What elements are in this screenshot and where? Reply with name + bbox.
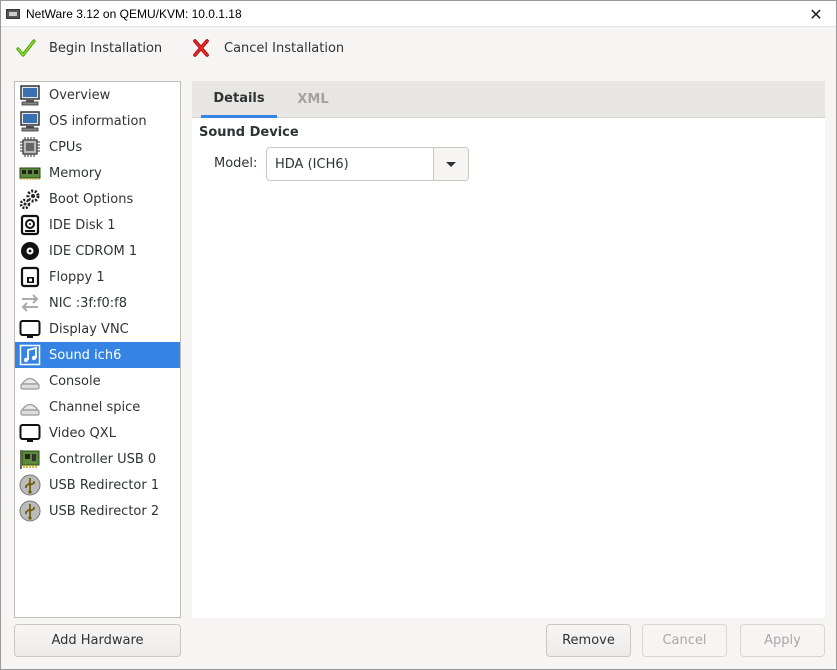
- monitor-icon: [18, 83, 42, 107]
- sidebar-item-nic[interactable]: NIC :3f:f0:f8: [15, 290, 180, 316]
- sidebar-item-label: USB Redirector 2: [49, 503, 160, 519]
- app-icon: [6, 8, 20, 19]
- sidebar-item-label: Overview: [49, 87, 111, 103]
- sidebar-item-label: Channel spice: [49, 399, 141, 415]
- sidebar-item-os-information[interactable]: OS information: [15, 108, 180, 134]
- usb-icon: [18, 473, 42, 497]
- sidebar-item-sound-ich6[interactable]: Sound ich6: [15, 342, 180, 368]
- sidebar-item-label: Memory: [49, 165, 102, 181]
- sidebar-item-label: IDE Disk 1: [49, 217, 116, 233]
- controller-card-icon: [18, 447, 42, 471]
- sidebar-item-cpus[interactable]: CPUs: [15, 134, 180, 160]
- sidebar-item-label: Controller USB 0: [49, 451, 157, 467]
- hardware-list: Overview OS information CPUs Memory Boot…: [14, 81, 181, 618]
- sidebar-item-label: Boot Options: [49, 191, 134, 207]
- network-arrows-icon: [18, 291, 42, 315]
- monitor-icon: [18, 109, 42, 133]
- memory-icon: [18, 161, 42, 185]
- section-title: Sound Device: [199, 125, 299, 140]
- sidebar-item-label: USB Redirector 1: [49, 477, 160, 493]
- begin-installation-label: Begin Installation: [49, 40, 163, 56]
- sidebar-item-channel-spice[interactable]: Channel spice: [15, 394, 180, 420]
- remove-button[interactable]: Remove: [546, 624, 631, 657]
- window-title: NetWare 3.12 on QEMU/KVM: 10.0.1.18: [26, 6, 242, 21]
- apply-button[interactable]: Apply: [740, 624, 825, 657]
- sidebar-item-label: IDE CDROM 1: [49, 243, 138, 259]
- tab-bar: Details XML: [192, 81, 825, 118]
- sidebar-item-console[interactable]: Console: [15, 368, 180, 394]
- sidebar-item-label: CPUs: [49, 139, 83, 155]
- display-icon: [18, 421, 42, 445]
- sidebar-item-floppy-1[interactable]: Floppy 1: [15, 264, 180, 290]
- cancel-installation-button[interactable]: Cancel Installation: [184, 30, 350, 66]
- serial-icon: [18, 369, 42, 393]
- sidebar-item-label: Display VNC: [49, 321, 129, 337]
- title-bar: NetWare 3.12 on QEMU/KVM: 10.0.1.18 ✕: [1, 1, 836, 27]
- sidebar-item-ide-cdrom-1[interactable]: IDE CDROM 1: [15, 238, 180, 264]
- window: NetWare 3.12 on QEMU/KVM: 10.0.1.18 ✕ Be…: [0, 0, 837, 670]
- toolbar: Begin Installation Cancel Installation: [1, 28, 836, 68]
- cpu-icon: [18, 135, 42, 159]
- sound-icon: [18, 343, 42, 367]
- checkmark-icon: [16, 39, 36, 57]
- model-dropdown-value: HDA (ICH6): [275, 156, 349, 172]
- tab-xml[interactable]: XML: [277, 81, 349, 118]
- sidebar-item-overview[interactable]: Overview: [15, 82, 180, 108]
- sidebar-item-label: NIC :3f:f0:f8: [49, 295, 127, 311]
- tab-details[interactable]: Details: [201, 81, 277, 118]
- begin-installation-button[interactable]: Begin Installation: [9, 30, 168, 66]
- sidebar-item-label: Console: [49, 373, 101, 389]
- serial-icon: [18, 395, 42, 419]
- cancel-installation-label: Cancel Installation: [224, 40, 345, 56]
- cdrom-icon: [18, 239, 42, 263]
- details-panel: Details XML Sound Device Model: HDA (ICH…: [192, 81, 825, 618]
- cancel-button[interactable]: Cancel: [642, 624, 727, 657]
- sidebar-item-controller-usb-0[interactable]: Controller USB 0: [15, 446, 180, 472]
- sidebar-item-label: Floppy 1: [49, 269, 105, 285]
- gears-icon: [18, 187, 42, 211]
- sidebar-item-usb-redirector-2[interactable]: USB Redirector 2: [15, 498, 180, 524]
- sidebar-item-memory[interactable]: Memory: [15, 160, 180, 186]
- cancel-x-icon: [193, 39, 209, 57]
- sidebar-item-label: OS information: [49, 113, 147, 129]
- floppy-icon: [18, 265, 42, 289]
- chevron-down-icon[interactable]: [433, 148, 468, 180]
- usb-icon: [18, 499, 42, 523]
- sidebar-item-label: Video QXL: [49, 425, 116, 441]
- sidebar-item-display-vnc[interactable]: Display VNC: [15, 316, 180, 342]
- sidebar-item-usb-redirector-1[interactable]: USB Redirector 1: [15, 472, 180, 498]
- close-icon[interactable]: ✕: [806, 4, 826, 24]
- sidebar-item-boot-options[interactable]: Boot Options: [15, 186, 180, 212]
- display-icon: [18, 317, 42, 341]
- sidebar-item-ide-disk-1[interactable]: IDE Disk 1: [15, 212, 180, 238]
- disk-icon: [18, 213, 42, 237]
- sidebar-item-video-qxl[interactable]: Video QXL: [15, 420, 180, 446]
- model-label: Model:: [214, 156, 258, 171]
- sidebar-item-label: Sound ich6: [49, 347, 122, 363]
- model-dropdown[interactable]: HDA (ICH6): [266, 147, 469, 181]
- add-hardware-button[interactable]: Add Hardware: [14, 624, 181, 657]
